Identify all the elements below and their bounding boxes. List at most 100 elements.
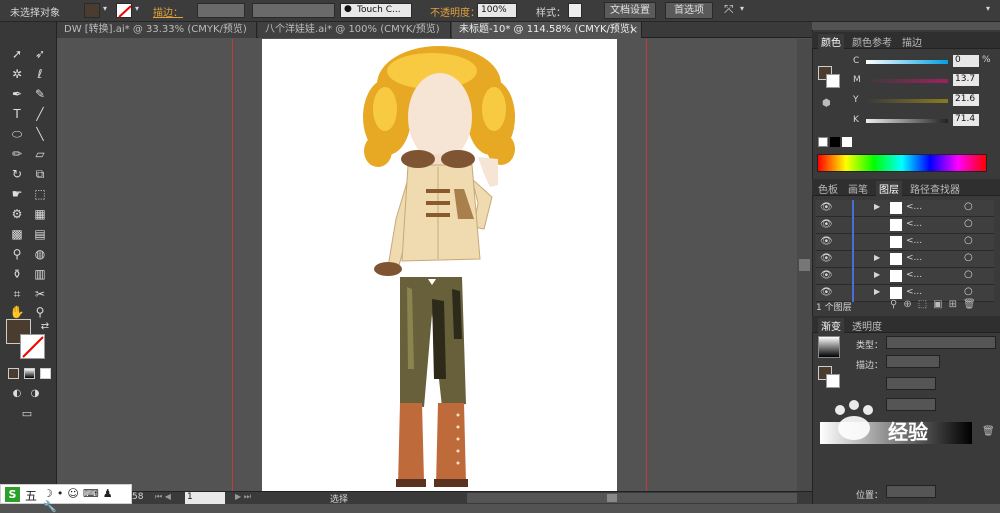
variable-width-profile[interactable]: [252, 3, 335, 18]
expand-arrow-icon[interactable]: ▶: [874, 287, 880, 296]
lasso-icon[interactable]: ℓ: [31, 66, 49, 82]
out-of-gamut-icon[interactable]: ⬢: [822, 98, 831, 109]
direct-selection-tool-icon[interactable]: ➶: [31, 46, 49, 62]
eye-icon[interactable]: 👁: [820, 253, 833, 264]
gradient-mode-icon[interactable]: [24, 368, 35, 379]
tab-stroke[interactable]: 描边: [902, 34, 922, 49]
column-graph-icon[interactable]: ▥: [31, 266, 49, 282]
stroke-label[interactable]: 描边：: [153, 4, 183, 19]
stroke-swatch[interactable]: [116, 3, 132, 18]
gradient-thumbnail[interactable]: [818, 336, 840, 358]
panel-menu-icon[interactable]: ▾: [986, 4, 990, 13]
tab-eight-dolls[interactable]: 八个洋娃娃.ai* @ 100% (CMYK/预览): [258, 22, 451, 38]
white-swatch[interactable]: [842, 137, 852, 147]
warp-tool-icon[interactable]: ☛: [8, 186, 26, 202]
scroll-thumb[interactable]: [607, 494, 617, 502]
stroke-color-box[interactable]: [20, 334, 45, 359]
color-mode-icon[interactable]: [8, 368, 19, 379]
tab-pathfinder[interactable]: 路径查找器: [910, 181, 960, 196]
blend-tool-icon[interactable]: ◍: [31, 246, 49, 262]
sogou-logo-icon[interactable]: S: [5, 487, 20, 502]
screen-mode-icon[interactable]: ▭: [18, 406, 36, 422]
zoom-tool-icon[interactable]: ⚲: [31, 304, 49, 320]
shape-builder-icon[interactable]: ⚙: [8, 206, 26, 222]
tab-dw[interactable]: DW [转换].ai* @ 33.33% (CMYK/预览): [57, 22, 257, 38]
target-icon[interactable]: ○: [964, 201, 973, 212]
doll-illustration[interactable]: [262, 39, 617, 491]
target-icon[interactable]: ○: [964, 235, 973, 246]
slider-k[interactable]: [866, 119, 948, 123]
slider-c[interactable]: [866, 60, 948, 64]
layer-row[interactable]: 👁 ▶ <... ○: [816, 200, 994, 217]
tab-color[interactable]: 颜色: [818, 34, 844, 49]
layer-row[interactable]: 👁 ▶ <... ○: [816, 268, 994, 285]
eraser-tool-icon[interactable]: ▱: [31, 146, 49, 162]
target-icon[interactable]: ○: [964, 252, 973, 263]
free-transform-icon[interactable]: ⬚: [31, 186, 49, 202]
eye-icon[interactable]: 👁: [820, 219, 833, 230]
target-icon[interactable]: ○: [964, 269, 973, 280]
symbol-sprayer-icon[interactable]: ⚱: [8, 266, 26, 282]
perspective-grid-icon[interactable]: ▦: [31, 206, 49, 222]
gradient-stroke-swatch[interactable]: [826, 374, 840, 388]
chevron-down-icon[interactable]: ▾: [103, 4, 107, 13]
pencil-tool-icon[interactable]: ✏: [8, 146, 26, 162]
gradient-angle-field[interactable]: [886, 377, 936, 390]
style-swatch[interactable]: [568, 3, 582, 18]
hand-tool-icon[interactable]: ✋: [8, 304, 26, 320]
chevron-down-icon[interactable]: ▾: [135, 4, 139, 13]
input-c[interactable]: 0: [953, 55, 979, 67]
next-page-icon[interactable]: ▶ ⏭: [235, 492, 251, 502]
gradient-type-select[interactable]: [886, 336, 996, 349]
gradient-position-field[interactable]: [886, 485, 936, 498]
color-spectrum[interactable]: [817, 154, 987, 172]
preferences-button[interactable]: 首选项: [665, 2, 713, 19]
expand-arrow-icon[interactable]: ▶: [874, 270, 880, 279]
pen-tool-icon[interactable]: ✒: [8, 86, 26, 102]
target-icon[interactable]: ○: [964, 218, 973, 229]
swap-colors-icon[interactable]: ⇄: [36, 319, 54, 335]
tab-brushes[interactable]: 画笔: [848, 181, 868, 196]
layer-row[interactable]: 👁 ▶ <... ○: [816, 251, 994, 268]
tab-gradient[interactable]: 渐变: [818, 318, 844, 333]
tab-swatches[interactable]: 色板: [818, 181, 838, 196]
eye-icon[interactable]: 👁: [820, 287, 833, 298]
close-tab-icon[interactable]: ×: [629, 23, 638, 36]
expand-arrow-icon[interactable]: ▶: [874, 202, 880, 211]
mesh-tool-icon[interactable]: ▩: [8, 226, 26, 242]
draw-behind-icon[interactable]: ◑: [26, 386, 44, 402]
tab-transparency[interactable]: 透明度: [852, 318, 882, 333]
eye-icon[interactable]: 👁: [820, 202, 833, 213]
curvature-icon[interactable]: ✎: [31, 86, 49, 102]
slice-tool-icon[interactable]: ✂: [31, 286, 49, 302]
fill-swatch[interactable]: [84, 3, 100, 18]
page-number-input[interactable]: 1: [185, 492, 225, 504]
tab-untitled-10[interactable]: 未标题-10* @ 114.58% (CMYK/预览): [452, 22, 642, 38]
selection-tool-icon[interactable]: ➚: [8, 46, 26, 62]
layer-actions[interactable]: ⚲⊕⬚▣⊞🗑: [890, 299, 982, 310]
ime-tools[interactable]: ☽•☺⌨♟🔧: [43, 487, 131, 513]
eye-icon[interactable]: 👁: [820, 236, 833, 247]
zoom-level[interactable]: 58: [132, 492, 143, 502]
rotate-tool-icon[interactable]: ↻: [8, 166, 26, 182]
gradient-tool-icon[interactable]: ▤: [31, 226, 49, 242]
type-tool-icon[interactable]: T: [8, 106, 26, 122]
line-tool-icon[interactable]: ╱: [31, 106, 49, 122]
opacity-input[interactable]: 100%: [477, 3, 517, 18]
input-k[interactable]: 71.4: [953, 114, 979, 126]
eyedropper-icon[interactable]: ⚲: [8, 246, 26, 262]
black-swatch[interactable]: [830, 137, 840, 147]
layer-row[interactable]: 👁 <... ○: [816, 234, 994, 251]
ellipse-tool-icon[interactable]: ⬭: [8, 126, 26, 142]
arrange-icon[interactable]: ⤧: [724, 2, 734, 17]
slider-y[interactable]: [866, 99, 948, 103]
input-y[interactable]: 21.6: [953, 94, 979, 106]
panel-stroke-swatch[interactable]: [826, 74, 840, 88]
tab-layers[interactable]: 图层: [876, 181, 902, 196]
draw-normal-icon[interactable]: ◐: [8, 386, 26, 402]
vertical-scrollbar[interactable]: [797, 39, 812, 491]
layer-row[interactable]: 👁 <... ○: [816, 217, 994, 234]
first-page-icon[interactable]: ⏮ ◀: [155, 492, 171, 502]
ime-mode[interactable]: 五: [25, 487, 37, 504]
gradient-stroke-options[interactable]: [886, 355, 940, 368]
